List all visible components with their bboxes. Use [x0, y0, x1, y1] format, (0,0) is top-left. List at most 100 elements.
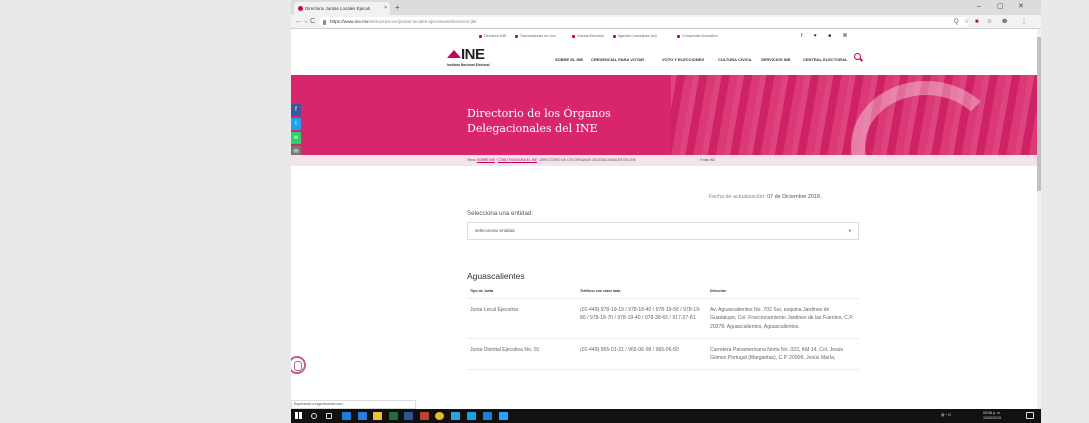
util-label: Directorio INE: [484, 34, 507, 38]
windows-start-icon[interactable]: [295, 412, 302, 419]
page-title-line2: Delegacionales del INE: [467, 122, 598, 135]
facebook-share-icon[interactable]: f: [291, 104, 301, 116]
clock[interactable]: 05:58 p. m. 10/03/2019: [983, 411, 1001, 421]
breadcrumb-trail: Tema: SOBRE INE / CÓMO FUNCIONA EL INE /…: [467, 158, 636, 162]
terminal-icon[interactable]: [499, 412, 508, 420]
edge-browser-icon[interactable]: [342, 412, 351, 420]
whatsapp-share-icon[interactable]: w: [291, 132, 301, 144]
location-label[interactable]: 9 mas INE: [700, 155, 715, 166]
store-icon[interactable]: [358, 412, 367, 420]
tab-active[interactable]: Directorio Juntas Locales Ejecuti ×: [294, 2, 390, 15]
breadcrumb-link-sobre[interactable]: SOBRE INE: [477, 158, 495, 162]
url-path: /estructura-ine/juntas-locales-ejecutiva…: [368, 19, 477, 24]
scrollbar-thumb[interactable]: [1037, 37, 1041, 191]
tab-close-icon[interactable]: ×: [384, 2, 387, 15]
tab-strip: Directorio Juntas Locales Ejecuti × + – …: [291, 0, 1041, 15]
util-label: Compendio Normativo: [682, 34, 718, 38]
site-search-icon[interactable]: [854, 53, 861, 60]
ine-favicon-icon: [298, 6, 303, 11]
page-scrollbar[interactable]: [1037, 29, 1041, 409]
file-explorer-icon[interactable]: [373, 412, 382, 420]
cell-telefono: (01-449) 978-19-19 / 978-18-40 / 978-19-…: [577, 298, 707, 339]
twitter-share-icon[interactable]: t: [291, 118, 301, 130]
search-icon[interactable]: Q: [954, 18, 959, 26]
lock-icon: [323, 19, 326, 25]
cell-direccion: Carretera Panamericana Norte No. 023, KM…: [707, 338, 859, 371]
select-label: Selecciona una entidad:: [467, 210, 534, 217]
system-tray[interactable]: ⁂ ^ ⊡: [941, 413, 951, 418]
close-window-button[interactable]: ✕: [1018, 1, 1024, 13]
menu-servicios-ine[interactable]: SERVICIOS INE: [761, 57, 791, 62]
word-icon[interactable]: [404, 412, 413, 420]
ine-logo-mark-icon: [447, 50, 461, 58]
reload-button[interactable]: C: [310, 15, 315, 29]
menu-credencial[interactable]: CREDENCIAL PARA VOTAR: [591, 57, 644, 62]
accessibility-icon[interactable]: [291, 356, 306, 374]
breadcrumb-current: DIRECTORIO DE LOS ÓRGANOS DELEGACIONALES…: [539, 158, 636, 162]
header-telefono: Teléfono con clave lada: [577, 284, 707, 299]
page-title-line1: Directorio de los Órganos: [467, 107, 611, 120]
cell-tipo: Junta Distrital Ejecutiva No. 01: [467, 338, 577, 371]
notifications-icon[interactable]: [1026, 412, 1034, 419]
app-icon[interactable]: [451, 412, 460, 420]
url-field[interactable]: https://www.ine.mx/estructura-ine/juntas…: [319, 17, 969, 27]
chevron-down-icon: ▼: [848, 228, 852, 233]
menu-voto-elecciones[interactable]: VOTO Y ELECCIONES: [662, 57, 704, 62]
update-label: Fecha de actualización:: [709, 194, 766, 200]
util-label: Gaceta Electoral: [577, 34, 604, 38]
forward-button[interactable]: →: [302, 15, 309, 29]
ie-icon[interactable]: [483, 412, 492, 420]
powerpoint-icon[interactable]: [420, 412, 429, 420]
table-header-row: Tipo de Junta Teléfono con clave lada Di…: [467, 284, 859, 299]
util-label: Agenda Consejeras (es): [618, 34, 657, 38]
minimize-button[interactable]: –: [977, 1, 981, 13]
logo-text: INE: [461, 46, 485, 63]
page-viewport: Directorio INE Transmisiones en vivo Gac…: [291, 29, 1037, 409]
calendar-icon: [613, 34, 616, 38]
bookmark-star-icon[interactable]: ☆: [964, 18, 969, 26]
menu-cultura-civica[interactable]: CULTURA CÍVICA: [718, 57, 752, 62]
ine-logo[interactable]: INE Instituto Nacional Electoral: [447, 46, 507, 72]
util-link-transmisiones[interactable]: Transmisiones en vivo: [515, 29, 556, 44]
entity-select[interactable]: seleccionar entidad ▼: [467, 222, 859, 240]
header-tipo: Tipo de Junta: [467, 284, 577, 299]
breadcrumb: Tema: SOBRE INE / CÓMO FUNCIONA EL INE /…: [291, 155, 1037, 166]
browser-window: Directorio Juntas Locales Ejecuti × + – …: [291, 0, 1041, 423]
page-title: Directorio de los Órganos Delegacionales…: [467, 106, 611, 136]
utility-bar: Directorio INE Transmisiones en vivo Gac…: [291, 29, 1037, 44]
extension-globe-icon[interactable]: ⊕: [987, 18, 992, 26]
update-date: Fecha de actualización: 07 de Diciembre …: [709, 194, 821, 200]
task-view-icon[interactable]: [326, 413, 332, 419]
search-icon[interactable]: [311, 413, 317, 419]
chrome-icon[interactable]: [435, 412, 444, 420]
gazette-icon: [572, 34, 575, 38]
back-button[interactable]: ←: [295, 15, 302, 29]
util-link-gaceta[interactable]: Gaceta Electoral: [572, 29, 604, 44]
menu-central-electoral[interactable]: CENTRAL ELECTORAL: [803, 57, 848, 62]
menu-kebab-icon[interactable]: ⋮: [1021, 18, 1027, 26]
cell-telefono: (01-449) 965-01-21 / 965-06-99 / 965-06-…: [577, 338, 707, 371]
menu-sobre-el-ine[interactable]: SOBRE EL INE: [555, 57, 583, 62]
util-link-compendio[interactable]: Compendio Normativo: [677, 29, 718, 44]
main-navigation: INE Instituto Nacional Electoral SOBRE E…: [291, 44, 1037, 75]
windows-taskbar: ⁂ ^ ⊡ 05:58 p. m. 10/03/2019: [291, 409, 1041, 423]
maximize-button[interactable]: ▢: [997, 1, 1004, 13]
broadcast-icon: [515, 34, 518, 38]
util-link-directorio[interactable]: Directorio INE: [479, 29, 506, 44]
profile-icon[interactable]: ❷: [1002, 18, 1007, 26]
util-link-agenda[interactable]: Agenda Consejeras (es): [613, 29, 657, 44]
breadcrumb-link-funciona[interactable]: CÓMO FUNCIONA EL INE: [498, 158, 537, 162]
cell-direccion: Av. Aguascalientes No. 702 Sur, esquina …: [707, 298, 859, 339]
tab-title: Directorio Juntas Locales Ejecuti: [305, 6, 371, 11]
util-label: Transmisiones en vivo: [520, 34, 556, 38]
extension-icon[interactable]: ■: [975, 18, 979, 26]
address-bar-row: ← → C https://www.ine.mx/estructura-ine/…: [291, 15, 1041, 29]
excel-icon[interactable]: [389, 412, 398, 420]
url-host: https://www.ine.mx: [330, 19, 369, 24]
skype-icon[interactable]: [467, 412, 476, 420]
cell-tipo: Junta Local Ejecutiva: [467, 298, 577, 339]
clock-date: 10/03/2019: [983, 416, 1001, 420]
directory-table: Tipo de Junta Teléfono con clave lada Di…: [467, 284, 859, 371]
new-tab-button[interactable]: +: [395, 2, 400, 13]
social-icons[interactable]: f ♥ ■ ⌘: [801, 29, 853, 44]
